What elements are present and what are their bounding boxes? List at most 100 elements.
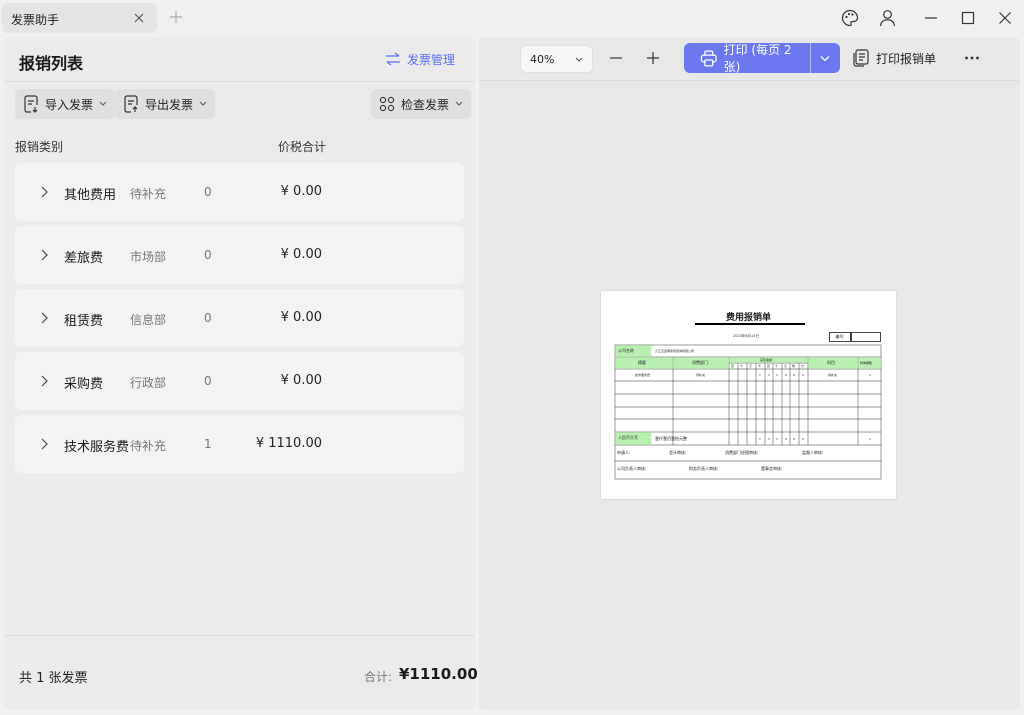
print-report-label: 打印报销单 (876, 51, 937, 66)
total-digit: 0 (802, 437, 804, 441)
tab-close-icon[interactable] (132, 11, 146, 25)
column-header-category: 报销类别 (15, 140, 64, 154)
grid-dots-icon (379, 96, 395, 112)
chairman-label: 董事会审核: (761, 466, 783, 471)
list-item[interactable]: 技术服务费 待补充 1 ¥ 1110.00 (15, 415, 464, 473)
maximize-icon[interactable] (961, 11, 975, 25)
divider (4, 81, 475, 82)
row-digit: 1 (768, 373, 770, 377)
import-invoice-button[interactable]: 导入发票 (15, 89, 116, 119)
app-tab[interactable]: 发票助手 (2, 3, 157, 33)
swap-icon (386, 52, 400, 66)
total-label: 合计: (364, 670, 393, 684)
invoice-count: 0 (204, 248, 212, 262)
list-item[interactable]: 其他费用 待补充 0 ¥ 0.00 (15, 163, 464, 221)
row-subject: 待补充 (828, 373, 838, 377)
chevron-down-icon (575, 57, 583, 62)
amount: ¥ 1110.00 (255, 436, 322, 451)
chevron-right-icon[interactable] (40, 312, 48, 324)
chevron-down-icon[interactable] (820, 55, 830, 62)
check-invoice-label: 检查发票 (401, 97, 450, 112)
user-icon[interactable] (879, 9, 896, 27)
preview-toolbar: 40% 打印 (每页 2 张) 打印报销单 (479, 37, 1020, 81)
digit-header: 分 (801, 364, 805, 368)
amount: ¥ 0.00 (280, 310, 322, 325)
department: 信息部 (130, 313, 167, 327)
list-item[interactable]: 租赁费 信息部 0 ¥ 0.00 (15, 289, 464, 347)
row-digit: 1 (759, 373, 761, 377)
category-name: 租赁费 (64, 314, 104, 329)
category-name: 采购费 (64, 377, 104, 392)
row-digit: 1 (776, 373, 778, 377)
invoice-manage-button[interactable]: 发票管理 (385, 50, 455, 68)
print-button[interactable]: 打印 (每页 2 张) (684, 43, 840, 74)
print-label: 打印 (每页 2 张) (723, 43, 792, 74)
department: 待补充 (130, 187, 167, 201)
zoom-in-icon[interactable] (646, 51, 660, 65)
chevron-right-icon[interactable] (40, 249, 48, 261)
header-amount: 实际金额 (760, 358, 773, 362)
chevron-down-icon (455, 101, 463, 106)
list-item[interactable]: 差旅费 市场部 0 ¥ 0.00 (15, 226, 464, 284)
zoom-select[interactable]: 40% (520, 45, 593, 73)
chevron-right-icon[interactable] (40, 186, 48, 198)
import-invoice-label: 导入发票 (45, 97, 94, 112)
amount: ¥ 0.00 (280, 184, 322, 199)
category-name: 技术服务费 (64, 440, 130, 455)
import-icon (24, 95, 38, 113)
digit-header: 元 (784, 364, 788, 368)
zoom-out-icon[interactable] (609, 51, 623, 65)
printer-icon (700, 50, 717, 66)
header-summary: 摘要 (638, 360, 646, 365)
total-attachments: 1 (869, 437, 871, 441)
company-head-label: 公司负责人审核: (617, 466, 647, 471)
department: 市场部 (130, 250, 167, 264)
total-digit: 1 (768, 437, 770, 441)
row-digit: 0 (785, 373, 787, 377)
split-divider (810, 43, 811, 73)
digit-header: 百 (767, 364, 771, 368)
new-tab-icon[interactable] (169, 10, 183, 24)
header-dept: 消费部门 (692, 360, 708, 365)
amount: ¥ 0.00 (280, 373, 322, 388)
header-subject: 科目 (827, 360, 835, 365)
print-main-button[interactable]: 打印 (每页 2 张) (684, 43, 810, 74)
company-name: 九江互连网家用咨询有限公司 (655, 349, 695, 353)
category-name: 其他费用 (64, 188, 117, 203)
amount: ¥ 0.00 (280, 247, 322, 262)
digit-header: 十 (775, 364, 779, 368)
divider (4, 635, 475, 636)
digit-header: 百 (731, 364, 735, 368)
check-invoice-button[interactable]: 检查发票 (371, 89, 472, 119)
chevron-right-icon[interactable] (40, 375, 48, 387)
row-digit: 0 (793, 373, 795, 377)
document-icon (853, 49, 869, 67)
total-words-label: 人民币大写 (618, 435, 638, 440)
total-digit: 1 (759, 437, 761, 441)
chevron-right-icon[interactable] (40, 438, 48, 450)
total-words: 壹仟壹佰壹拾元整 (655, 436, 687, 441)
minimize-icon[interactable] (924, 11, 938, 25)
invoice-count: 0 (204, 185, 212, 199)
chevron-down-icon (199, 101, 207, 106)
more-icon[interactable] (964, 50, 980, 66)
close-window-icon[interactable] (998, 11, 1012, 25)
export-invoice-label: 导出发票 (145, 97, 194, 112)
invoice-manage-label: 发票管理 (407, 52, 456, 67)
row-dept: 待补充 (696, 373, 706, 377)
dept-manager-label: 消费部门经理审核: (725, 450, 759, 455)
invoice-count: 1 (204, 437, 212, 451)
department: 待补充 (130, 439, 167, 453)
total-digit: 1 (776, 437, 778, 441)
digit-header: 角 (792, 364, 796, 368)
chevron-down-icon (99, 101, 107, 106)
export-invoice-button[interactable]: 导出发票 (115, 89, 216, 119)
list-item[interactable]: 采购费 行政部 0 ¥ 0.00 (15, 352, 464, 410)
category-name: 差旅费 (64, 251, 104, 266)
zoom-value: 40% (530, 53, 555, 66)
print-report-button[interactable]: 打印报销单 (853, 49, 936, 67)
preview-panel: 40% 打印 (每页 2 张) 打印报销单 费用报销单 2024年6月14日 编… (479, 37, 1020, 710)
palette-icon[interactable] (841, 9, 859, 27)
total-digit: 0 (793, 437, 795, 441)
row-attachments: 1 (869, 373, 871, 377)
